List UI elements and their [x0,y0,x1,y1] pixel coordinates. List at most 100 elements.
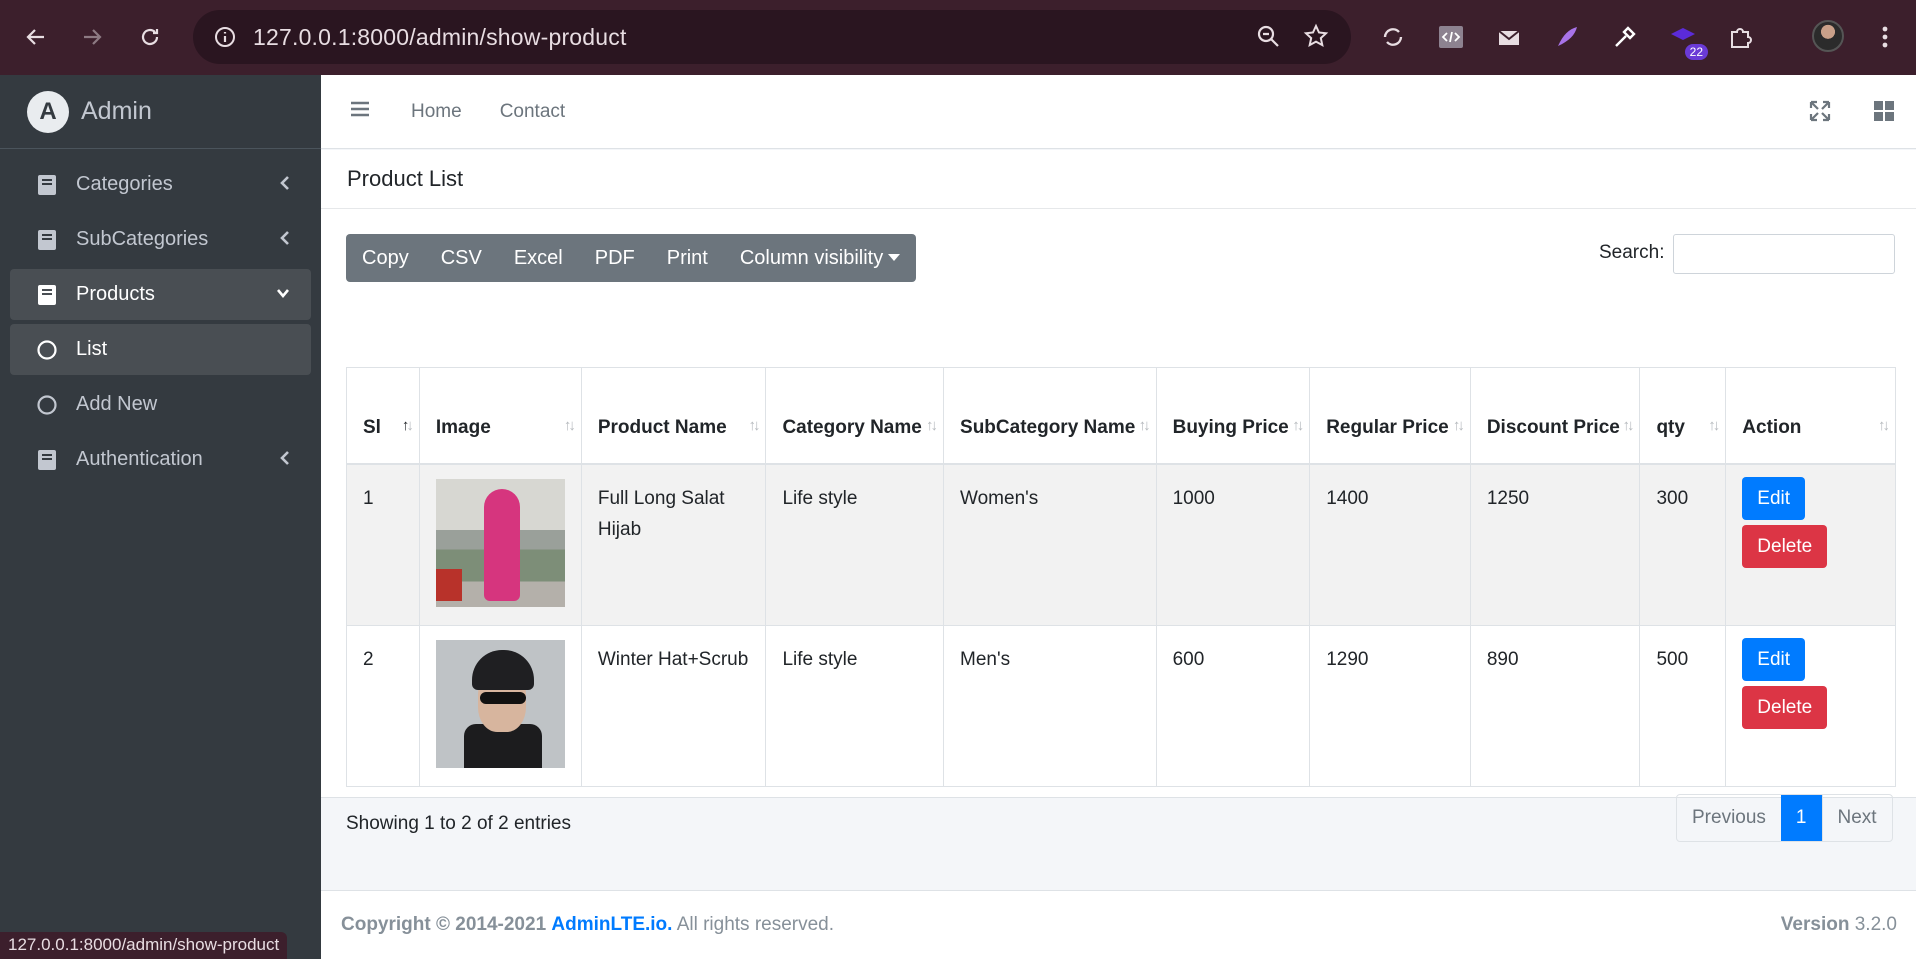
delete-button[interactable]: Delete [1742,685,1828,729]
sync-extension-icon[interactable] [1374,18,1412,56]
hamburger-menu-icon[interactable] [349,99,371,125]
puzzle-extensions-icon[interactable] [1722,18,1760,56]
sidebar-item-products[interactable]: Products [10,269,311,320]
card-title: Product List [321,150,1916,209]
sort-icon: ↑↓ [926,416,938,434]
back-icon[interactable] [16,17,56,57]
cell-discount-price: 890 [1469,624,1641,787]
product-image [435,639,565,768]
cell-action: Edit Delete [1725,624,1896,787]
site-info-icon[interactable] [211,23,239,51]
circle-icon [36,394,58,416]
browser-toolbar: 127.0.0.1:8000/admin/show-product 22 [0,0,1916,75]
graduation-extension-icon[interactable]: 22 [1664,18,1708,60]
table-row: 1 Full Long Salat Hijab Life style Women… [346,463,1896,626]
pagination-previous[interactable]: Previous [1677,795,1781,841]
sidebar-item-subcategories[interactable]: SubCategories [10,214,311,265]
cell-buying-price: 1000 [1155,463,1311,626]
copyright-suffix: All rights reserved. [676,914,835,935]
search-input[interactable] [1673,234,1895,274]
pagination-page[interactable]: 1 [1780,795,1822,841]
column-header-regular-price[interactable]: Regular Price ↑↓ [1309,367,1471,465]
book-icon [36,449,58,471]
feather-extension-icon[interactable] [1548,18,1586,56]
cell-discount-price: 1250 [1469,463,1641,626]
address-bar[interactable]: 127.0.0.1:8000/admin/show-product [193,10,1351,64]
pdf-button[interactable]: PDF [579,234,651,282]
cell-subcategory: Men's [943,624,1157,787]
column-header-subcategory-name[interactable]: SubCategory Name ↑↓ [943,367,1157,465]
column-header-product-name[interactable]: Product Name ↑↓ [580,367,767,465]
sort-asc-icon: ↑↓ [401,416,414,434]
version-label: Version [1780,914,1850,935]
url-text[interactable]: 127.0.0.1:8000/admin/show-product [253,24,627,51]
copy-button[interactable]: Copy [346,234,425,282]
column-header-sl[interactable]: Sl ↑↓ [346,367,420,465]
chevron-left-icon [279,449,291,473]
column-header-qty[interactable]: qty ↑↓ [1639,367,1727,465]
csv-button[interactable]: CSV [425,234,498,282]
main-sidebar: A Admin Categories SubCategories Product… [0,75,321,959]
content-wrapper: Home Contact Product List Copy CSV Excel… [321,75,1916,959]
cell-product-name: Full Long Salat Hijab [580,463,767,626]
print-button[interactable]: Print [651,234,724,282]
column-header-image[interactable]: Image ↑↓ [418,367,582,465]
product-list-card: Product List Copy CSV Excel PDF Print Co… [321,150,1916,842]
column-visibility-button[interactable]: Column visibility [724,234,916,282]
bookmark-star-icon[interactable] [1303,23,1329,55]
browser-menu-icon[interactable] [1866,18,1904,56]
eyedropper-extension-icon[interactable] [1606,18,1644,56]
chevron-down-icon [275,284,291,308]
cell-qty: 500 [1639,624,1727,787]
sidebar-item-label: Authentication [76,448,203,470]
book-icon [36,229,58,251]
cell-regular-price: 1400 [1309,463,1471,626]
book-icon [36,284,58,306]
grid-layout-icon[interactable] [1873,100,1895,128]
column-header-buying-price[interactable]: Buying Price ↑↓ [1155,367,1311,465]
brand-link[interactable]: A Admin [0,75,321,149]
sort-icon: ↑↓ [1878,416,1890,434]
cell-action: Edit Delete [1725,463,1896,626]
sidebar-item-authentication[interactable]: Authentication [10,434,311,485]
sidebar-item-label: List [76,338,108,360]
cell-subcategory: Women's [943,463,1157,626]
top-navbar: Home Contact [321,75,1916,149]
sidebar-item-list[interactable]: List [10,324,311,375]
reload-icon[interactable] [130,17,170,57]
chevron-left-icon [279,229,291,253]
sidebar-item-add-new[interactable]: Add New [10,379,311,430]
pagination-next[interactable]: Next [1821,795,1892,841]
product-table: Sl ↑↓ Image ↑↓ Product Name ↑↓ Category Nam… [346,367,1896,787]
code-extension-icon[interactable] [1432,18,1470,56]
sidebar-item-categories[interactable]: Categories [10,159,311,210]
sidebar-item-label: Categories [76,173,173,195]
status-bar-url: 127.0.0.1:8000/admin/show-product [0,932,288,959]
column-header-discount-price[interactable]: Discount Price ↑↓ [1469,367,1641,465]
nav-home-link[interactable]: Home [411,101,462,123]
mail-extension-icon[interactable] [1490,18,1528,56]
table-header-row: Sl ↑↓ Image ↑↓ Product Name ↑↓ Category Nam… [346,367,1896,465]
chevron-left-icon [279,174,291,198]
version-number: 3.2.0 [1854,914,1897,935]
edit-button[interactable]: Edit [1742,476,1806,520]
sidebar-item-label: Add New [76,393,158,415]
copyright: Copyright © 2014-2021 AdminLTE.io. All r… [341,914,834,936]
edit-button[interactable]: Edit [1742,637,1806,681]
column-header-category-name[interactable]: Category Name ↑↓ [765,367,945,465]
zoom-icon[interactable] [1255,23,1281,55]
sidebar-item-label: Products [76,283,155,305]
circle-icon [36,339,58,361]
sort-icon: ↑↓ [1452,416,1465,434]
column-header-action[interactable]: Action ↑↓ [1725,367,1896,465]
book-icon [36,174,58,196]
profile-avatar[interactable] [1812,20,1844,52]
forward-icon[interactable] [72,17,112,57]
sort-icon: ↑↓ [748,416,760,434]
cell-category: Life style [765,624,945,787]
delete-button[interactable]: Delete [1742,524,1828,568]
adminlte-link[interactable]: AdminLTE.io. [551,914,672,935]
excel-button[interactable]: Excel [498,234,579,282]
fullscreen-icon[interactable] [1809,100,1831,128]
nav-contact-link[interactable]: Contact [500,101,565,123]
